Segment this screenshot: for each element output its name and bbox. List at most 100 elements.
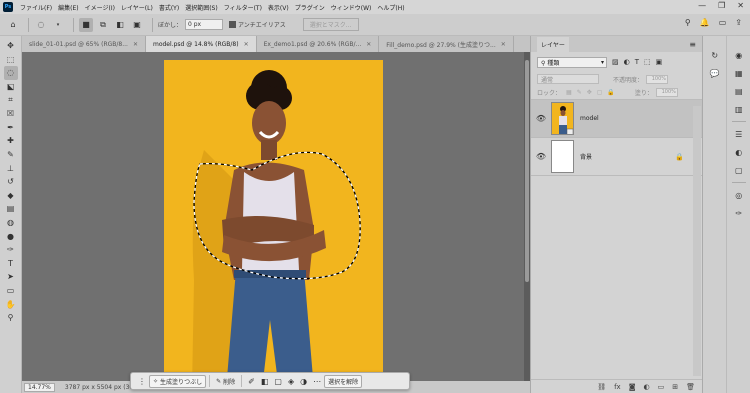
zoom-tool-icon[interactable]: ⚲ <box>4 311 18 325</box>
properties-icon[interactable]: ☰ <box>732 127 746 141</box>
menu-filter[interactable]: フィルター(T) <box>221 3 265 12</box>
lasso-preset-icon[interactable]: ◌ <box>34 18 48 32</box>
menu-image[interactable]: イメージ(I) <box>82 3 118 12</box>
pixel-filter-icon[interactable]: ▨ <box>612 58 619 66</box>
subtract-selection-icon[interactable]: ◧ <box>113 18 127 32</box>
home-icon[interactable]: ⌂ <box>6 18 20 32</box>
add-selection-icon[interactable]: ⧉ <box>96 18 110 32</box>
blend-mode-select[interactable]: 通常 <box>537 74 599 84</box>
panel-scrollbar[interactable] <box>693 106 701 376</box>
swatches-icon[interactable]: ▦ <box>732 66 746 80</box>
crop-tool-icon[interactable]: ⌗ <box>4 93 18 107</box>
delete-button[interactable]: ✎ 削除 <box>213 376 238 387</box>
history-brush-tool-icon[interactable]: ↺ <box>4 175 18 189</box>
menu-select[interactable]: 選択範囲(S) <box>182 3 221 12</box>
intersect-selection-icon[interactable]: ▣ <box>130 18 144 32</box>
adjustment-layer-icon[interactable]: ◐ <box>644 383 650 391</box>
new-selection-icon[interactable]: ■ <box>79 17 93 32</box>
gradients-icon[interactable]: ▤ <box>732 84 746 98</box>
minimize-icon[interactable]: — <box>698 1 706 10</box>
paths-icon[interactable]: ✑ <box>732 206 746 220</box>
libraries-icon[interactable]: ▢ <box>732 163 746 177</box>
adjustment-layer-icon[interactable]: ◑ <box>297 377 310 386</box>
search-icon[interactable]: ⚲ <box>685 18 691 27</box>
lock-position-icon[interactable]: ✥ <box>587 89 592 96</box>
close-icon[interactable]: ✕ <box>133 41 138 48</box>
menu-type[interactable]: 書式(Y) <box>156 3 182 12</box>
canvas-area[interactable] <box>22 52 530 381</box>
zoom-field[interactable]: 14.77% <box>24 382 55 392</box>
visibility-eye-icon[interactable]: 👁 <box>531 152 551 161</box>
type-filter-icon[interactable]: T <box>635 58 639 66</box>
layer-style-icon[interactable]: fx <box>614 383 621 391</box>
chevron-down-icon[interactable]: ▾ <box>51 18 65 32</box>
invert-selection-icon[interactable]: ◧ <box>258 377 272 386</box>
fill-selection-icon[interactable]: ◈ <box>285 377 297 386</box>
new-group-icon[interactable]: ▭ <box>658 383 665 391</box>
workspace-icon[interactable]: ▭ <box>719 18 727 27</box>
stamp-tool-icon[interactable]: ⊥ <box>4 161 18 175</box>
select-and-mask-button[interactable]: 選択とマスク... <box>302 18 359 31</box>
lock-artboard-icon[interactable]: ▢ <box>597 89 603 96</box>
lock-icon[interactable]: 🔒 <box>675 153 684 161</box>
adjustments-icon[interactable]: ◐ <box>732 145 746 159</box>
tab-ex-demo1[interactable]: Ex_demo1.psd @ 20.6% (RGB/... ✕ <box>257 36 380 52</box>
menu-layer[interactable]: レイヤー(L) <box>118 3 156 12</box>
history-icon[interactable]: ↻ <box>708 48 722 62</box>
comments-icon[interactable]: 💬 <box>708 66 722 80</box>
shape-filter-icon[interactable]: ⬚ <box>644 58 651 66</box>
transform-selection-icon[interactable]: ▢ <box>271 377 285 386</box>
visibility-eye-icon[interactable]: 👁 <box>531 114 551 123</box>
close-icon[interactable]: ✕ <box>737 1 744 10</box>
restore-icon[interactable]: ❐ <box>718 1 725 10</box>
blur-tool-icon[interactable]: ◍ <box>4 216 18 230</box>
menu-plugins[interactable]: プラグイン <box>292 3 328 12</box>
object-select-tool-icon[interactable]: ⬕ <box>4 80 18 94</box>
tab-fill-demo[interactable]: Fill_demo.psd @ 27.9% (生成塗りつ... ✕ <box>379 36 514 52</box>
pen-tool-icon[interactable]: ✑ <box>4 243 18 257</box>
menu-edit[interactable]: 編集(E) <box>55 3 81 12</box>
smart-object-filter-icon[interactable]: ▣ <box>656 58 663 66</box>
gradient-tool-icon[interactable]: ▤ <box>4 202 18 216</box>
lock-all-icon[interactable]: 🔒 <box>607 89 614 96</box>
close-icon[interactable]: ✕ <box>244 41 249 48</box>
notification-icon[interactable]: 🔔 <box>700 18 710 27</box>
fill-input[interactable]: 100% <box>655 88 678 97</box>
antialias-checkbox[interactable] <box>229 21 237 28</box>
lock-transparent-icon[interactable]: ▦ <box>566 89 572 96</box>
brush-tool-icon[interactable]: ✎ <box>4 148 18 162</box>
panel-menu-icon[interactable]: ≡ <box>689 40 696 49</box>
marquee-tool-icon[interactable]: ⬚ <box>4 53 18 67</box>
scrollbar-thumb[interactable] <box>525 60 529 282</box>
channels-icon[interactable]: ◎ <box>732 188 746 202</box>
menu-file[interactable]: ファイル(F) <box>17 3 55 12</box>
close-icon[interactable]: ✕ <box>366 41 371 48</box>
link-layers-icon[interactable]: ⛓ <box>597 383 606 391</box>
layers-tab[interactable]: レイヤー <box>537 36 569 52</box>
menu-view[interactable]: 表示(V) <box>265 3 292 12</box>
add-mask-icon[interactable]: ◙ <box>629 383 636 391</box>
color-icon[interactable]: ◉ <box>732 48 746 62</box>
drag-handle-icon[interactable]: ⋮ <box>135 377 149 386</box>
type-tool-icon[interactable]: T <box>4 257 18 271</box>
tab-slide-01[interactable]: slide_01-01.psd @ 65% (RGB/8... ✕ <box>22 36 146 52</box>
tab-model[interactable]: model.psd @ 14.8% (RGB/8) ✕ <box>145 36 257 52</box>
layer-filter-select[interactable]: ⚲ 種類 ▾ <box>537 56 607 68</box>
close-icon[interactable]: ✕ <box>501 41 506 48</box>
trash-icon[interactable]: 🗑 <box>686 383 695 391</box>
menu-help[interactable]: ヘルプ(H) <box>374 3 407 12</box>
menu-window[interactable]: ウィンドウ(W) <box>328 3 375 12</box>
more-options-icon[interactable]: ⋯ <box>310 377 324 386</box>
spot-heal-tool-icon[interactable]: ✚ <box>4 134 18 148</box>
patterns-icon[interactable]: ▥ <box>732 102 746 116</box>
new-layer-icon[interactable]: ⊞ <box>672 383 678 391</box>
layer-row-background[interactable]: 👁 背景 🔒 <box>531 138 702 176</box>
lock-pixels-icon[interactable]: ✎ <box>577 89 582 96</box>
lasso-selection[interactable] <box>22 52 530 381</box>
layer-row-model[interactable]: 👁 model <box>531 100 702 138</box>
lasso-tool-icon[interactable]: ◌ <box>3 66 18 80</box>
adjustment-filter-icon[interactable]: ◐ <box>624 58 630 66</box>
hand-tool-icon[interactable]: ✋ <box>4 297 18 311</box>
move-tool-icon[interactable]: ✥ <box>4 39 18 53</box>
frame-tool-icon[interactable]: ☒ <box>4 107 18 121</box>
